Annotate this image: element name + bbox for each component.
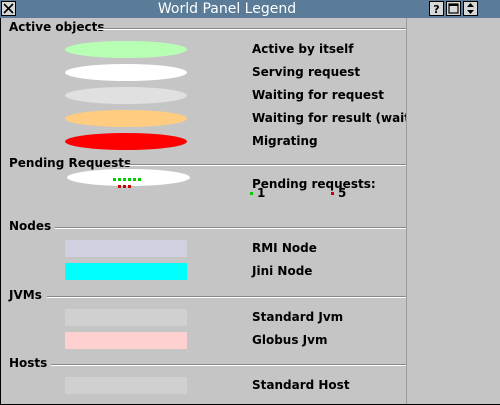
green-request-dots (113, 178, 143, 181)
section-header: JVMs (1, 288, 406, 304)
title-bar[interactable]: World Panel Legend ? (0, 0, 500, 18)
section-header: Nodes (1, 219, 406, 235)
swatch-oval (65, 41, 187, 58)
green-count-item: 1 (250, 185, 265, 201)
svg-text:?: ? (433, 3, 439, 15)
red-request-dots (118, 185, 133, 188)
pending-requests-label: Pending requests: (252, 177, 376, 191)
section-header: Hosts (1, 356, 406, 372)
section-title: Hosts (9, 356, 48, 370)
green-dot (113, 178, 116, 181)
section-header: Pending Requests (1, 156, 406, 172)
legend-item-active-by-itself: Active by itself (1, 39, 406, 59)
item-label: Globus Jvm (252, 333, 328, 347)
section-title: Active objects (9, 20, 105, 34)
close-icon[interactable] (1, 1, 16, 16)
swatch-oval (65, 64, 187, 81)
section-header: Active objects (1, 20, 406, 36)
red-dot (123, 185, 126, 188)
item-label: Jini Node (252, 264, 313, 278)
item-label: Standard Host (252, 378, 350, 392)
section-title: JVMs (9, 288, 42, 302)
legend-item-jini-node: Jini Node (1, 261, 406, 281)
section-title: Pending Requests (9, 156, 132, 170)
swatch-rect (65, 309, 187, 326)
shade-icon[interactable] (463, 1, 478, 16)
legend-item-migrating: Migrating (1, 131, 406, 151)
legend-item-standard-jvm: Standard Jvm (1, 307, 406, 327)
separator (51, 364, 406, 366)
green-count: 1 (257, 186, 266, 200)
legend-item-waiting-for-request: Waiting for request (1, 85, 406, 105)
window-title: World Panel Legend (157, 1, 297, 17)
item-label: Migrating (252, 134, 318, 148)
section-title: Nodes (9, 219, 52, 233)
separator (125, 164, 406, 166)
red-dot (128, 185, 131, 188)
item-label: Waiting for result (wait b (252, 111, 406, 125)
green-dot (123, 178, 126, 181)
separator (47, 296, 406, 298)
green-dot (133, 178, 136, 181)
green-marker (250, 192, 253, 195)
item-label: Active by itself (252, 42, 354, 56)
red-count-item: 5 (331, 185, 346, 201)
red-count: 5 (338, 186, 347, 200)
legend-item-waiting-for-result: Waiting for result (wait b (1, 108, 406, 128)
red-marker (331, 192, 334, 195)
swatch-oval (65, 110, 187, 127)
swatch-oval (65, 87, 187, 104)
item-label: Serving request (252, 65, 361, 79)
item-label: Standard Jvm (252, 310, 344, 324)
swatch-rect (65, 263, 187, 280)
green-dot (128, 178, 131, 181)
item-label: Waiting for request (252, 88, 384, 102)
maximize-icon[interactable] (446, 1, 461, 16)
separator (97, 28, 406, 30)
legend-item-standard-host: Standard Host (1, 375, 406, 395)
swatch-rect (65, 240, 187, 257)
legend-item-globus-jvm: Globus Jvm (1, 330, 406, 350)
swatch-oval (65, 133, 187, 150)
empty-right-area (406, 18, 500, 404)
green-dot (138, 178, 141, 181)
swatch-rect (65, 332, 187, 349)
legend-item-serving-request: Serving request (1, 62, 406, 82)
legend-item-rmi-node: RMI Node (1, 238, 406, 258)
green-dot (118, 178, 121, 181)
red-dot (118, 185, 121, 188)
item-label: RMI Node (252, 241, 317, 255)
swatch-rect (65, 377, 187, 394)
separator (55, 227, 406, 229)
legend-panel: Active objects Active by itself Serving … (1, 18, 406, 404)
help-icon[interactable]: ? (429, 1, 444, 16)
